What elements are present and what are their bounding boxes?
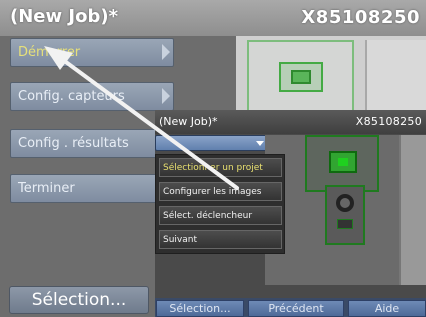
nested-serial: X85108250 xyxy=(355,115,422,128)
nested-side-stripe xyxy=(399,135,426,285)
menu-config-results-button[interactable]: Config . résultats xyxy=(10,129,174,158)
nested-title-bar: (New Job)* X85108250 xyxy=(155,110,426,134)
nested-sensor-target xyxy=(329,151,357,173)
menu-finish-label: Terminer xyxy=(18,181,75,196)
nested-job-title: (New Job)* xyxy=(159,115,218,128)
menu-config-sensors-label: Config. capteurs xyxy=(18,89,125,104)
nested-menu-item[interactable]: Configurer les images xyxy=(159,182,282,201)
nested-selection-button[interactable]: Sélection... xyxy=(156,300,244,317)
nested-menu: Sélectionner un projet Configurer les im… xyxy=(155,154,285,254)
dropdown-arrow-icon xyxy=(256,141,264,146)
menu-start-button[interactable]: Démarrer xyxy=(10,38,174,67)
camera-frame xyxy=(247,40,354,112)
nested-object-preview xyxy=(325,185,365,245)
menu-config-sensors-button[interactable]: Config. capteurs xyxy=(10,82,174,111)
selection-button[interactable]: Sélection... xyxy=(9,286,149,314)
chevron-right-icon xyxy=(162,44,170,60)
menu-finish-button[interactable]: Terminer xyxy=(10,174,174,203)
job-title: (New Job)* xyxy=(10,6,118,27)
screen: (New Job)* X85108250 Démarrer Config. ca… xyxy=(0,0,426,317)
nested-help-button[interactable]: Aide xyxy=(348,300,426,317)
nested-dropdown[interactable] xyxy=(155,135,269,151)
title-bar: (New Job)* X85108250 xyxy=(0,0,426,36)
box-icon xyxy=(337,219,353,229)
chevron-right-icon xyxy=(162,88,170,104)
menu-start-label: Démarrer xyxy=(18,45,81,60)
nested-menu-item[interactable]: Sélect. déclencheur xyxy=(159,206,282,225)
menu-config-results-label: Config . résultats xyxy=(18,136,129,151)
nested-menu-item[interactable]: Suivant xyxy=(159,230,282,249)
nested-menu-item[interactable]: Sélectionner un projet xyxy=(159,158,282,177)
ring-icon xyxy=(336,194,354,212)
sensor-serial: X85108250 xyxy=(301,7,420,28)
nested-camera-frame xyxy=(305,135,379,192)
nested-previous-button[interactable]: Précédent xyxy=(248,300,344,317)
sensor-target xyxy=(279,62,323,92)
camera-side-panel xyxy=(365,40,426,112)
nested-screenshot: (New Job)* X85108250 Sélectionner un pro… xyxy=(155,110,426,317)
